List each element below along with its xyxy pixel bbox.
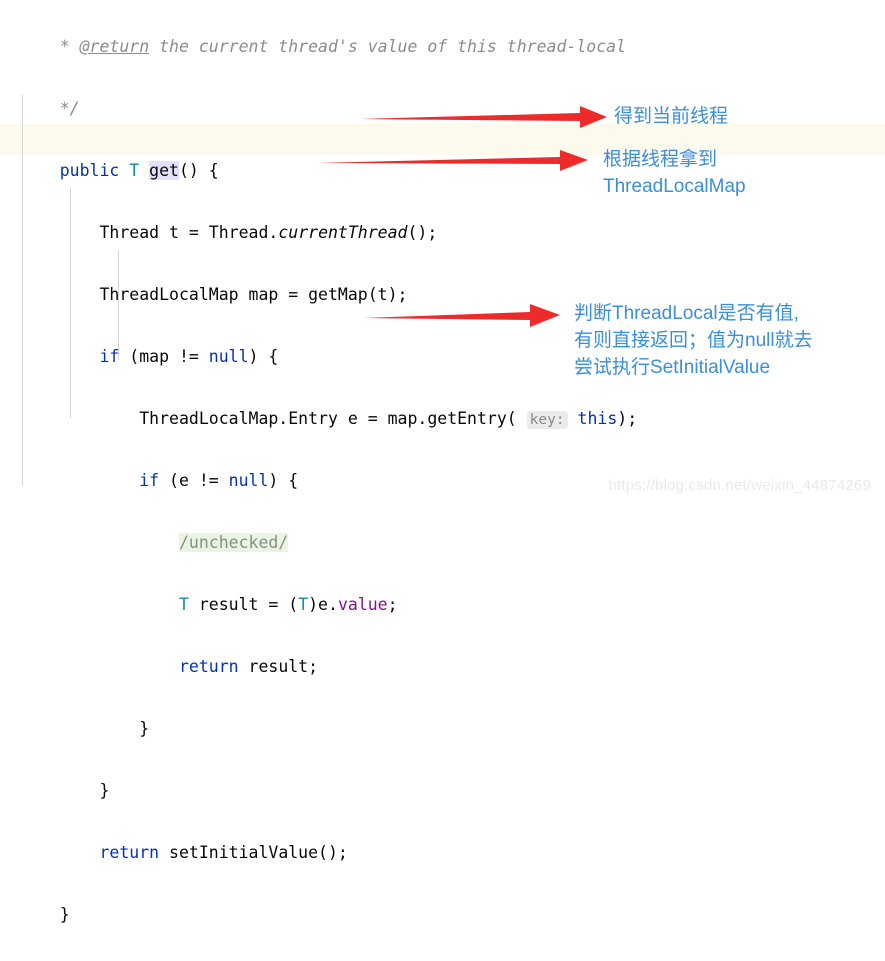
csdn-watermark: https://blog.csdn.net/weixin_44874269	[608, 477, 871, 494]
code-line-text: return setInitialValue();	[40, 837, 348, 868]
javadoc-space	[70, 37, 80, 56]
code-line-close-outer-if[interactable]: }	[0, 744, 885, 800]
class-ThreadLocalMap-Entry: ThreadLocalMap.Entry	[139, 409, 338, 428]
condition-terminator: ) {	[268, 471, 299, 490]
generic-type-T: T	[129, 161, 140, 180]
code-line-assign-result[interactable]: T result = (T)e.value;	[0, 558, 885, 614]
method-getMap: getMap(t);	[308, 285, 408, 304]
code-line-close-method[interactable]: }	[0, 868, 885, 924]
keyword-null: null	[228, 471, 269, 490]
javadoc-tag: @return	[79, 37, 150, 56]
method-signature-tail: () {	[178, 161, 219, 180]
entry-call-terminator: );	[617, 409, 638, 428]
closing-brace: }	[139, 719, 150, 738]
code-line-text: ThreadLocalMap map = getMap(t);	[40, 279, 408, 310]
method-name-get[interactable]: get	[149, 161, 179, 180]
code-line-return-result[interactable]: return result;	[0, 620, 885, 676]
javadoc-close: */	[59, 99, 80, 118]
method-setInitialValue: setInitialValue();	[159, 843, 348, 862]
class-Thread: Thread	[99, 223, 160, 242]
code-line-return-init[interactable]: return setInitialValue();	[0, 806, 885, 862]
code-line-text: T result = (T)e.value;	[40, 589, 398, 620]
javadoc-body: the current thread's value of this threa…	[149, 37, 626, 56]
code-line-text: * @return the current thread's value of …	[40, 31, 626, 62]
condition-terminator: ) {	[248, 347, 279, 366]
var-result: result;	[238, 657, 319, 676]
keyword-if: if	[139, 471, 160, 490]
code-line-text: }	[40, 899, 70, 930]
code-line-text: /unchecked/	[40, 527, 289, 558]
semicolon: ;	[387, 595, 398, 614]
closing-brace: }	[59, 905, 70, 924]
method-currentThread: currentThread	[278, 223, 408, 242]
class-Thread-ref: Thread	[208, 223, 269, 242]
code-line-text: ThreadLocalMap.Entry e = map.getEntry( k…	[40, 403, 637, 436]
keyword-return: return	[99, 843, 160, 862]
var-t: t =	[159, 223, 209, 242]
keyword-if: if	[99, 347, 120, 366]
code-line-text: if (map != null) {	[40, 341, 279, 372]
code-line-text: */	[40, 93, 80, 124]
code-line-text: public T get() {	[40, 155, 219, 186]
keyword-this: this	[577, 409, 618, 428]
unchecked-comment: /unchecked/	[178, 533, 289, 552]
closing-brace: }	[99, 781, 110, 800]
cast-type-T: T	[298, 595, 309, 614]
indent-guide-level-1	[22, 95, 23, 485]
keyword-public: public	[59, 161, 120, 180]
code-line-text: Thread t = Thread.currentThread();	[40, 217, 438, 248]
dot-operator: .	[268, 223, 279, 242]
field-value: value	[337, 595, 388, 614]
class-ThreadLocalMap: ThreadLocalMap	[99, 285, 239, 304]
code-line-text: return result;	[40, 651, 318, 682]
code-line-close-inner-if[interactable]: }	[0, 682, 885, 738]
code-line-text: }	[40, 775, 110, 806]
result-assignment: result = (	[188, 595, 299, 614]
cast-expression: )e.	[308, 595, 338, 614]
var-map: map =	[238, 285, 309, 304]
code-line-text: if (e != null) {	[40, 465, 298, 496]
condition-e: (e !=	[159, 471, 229, 490]
type-T: T	[178, 595, 189, 614]
keyword-return: return	[178, 657, 239, 676]
code-line-text: }	[40, 713, 149, 744]
javadoc-star: *	[59, 37, 70, 56]
var-e-assignment: e = map.getEntry(	[337, 409, 517, 428]
code-editor[interactable]: * @return the current thread's value of …	[0, 0, 885, 924]
condition-map: (map !=	[119, 347, 209, 366]
call-terminator: ();	[407, 223, 438, 242]
parameter-hint-key: key:	[526, 411, 568, 429]
keyword-null: null	[208, 347, 249, 366]
